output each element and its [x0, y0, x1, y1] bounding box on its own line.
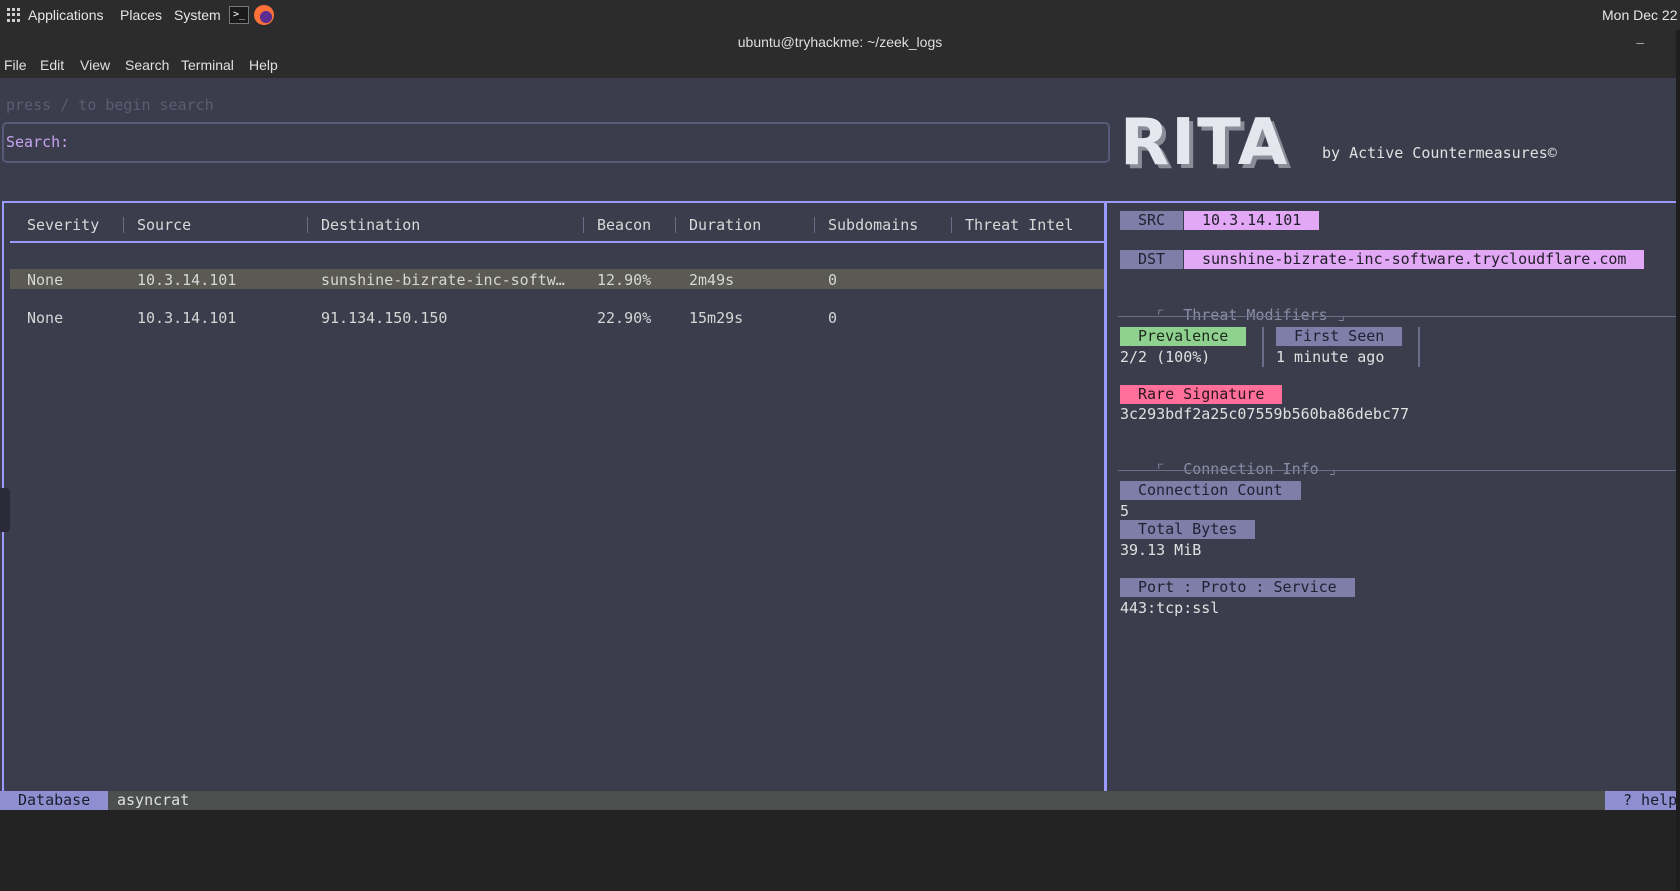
prevalence-label: Prevalence [1120, 327, 1247, 346]
port-label: Port : Proto : Service [1120, 578, 1355, 597]
window-title: ubuntu@tryhackme: ~/zeek_logs [737, 34, 943, 50]
search-hint: press / to begin search [6, 96, 214, 114]
rita-logo: RITA [1120, 106, 1290, 180]
cell-subdomains: 0 [828, 271, 838, 289]
rare-signature-label: Rare Signature [1120, 385, 1283, 404]
section-divider [1118, 470, 1680, 471]
menu-help[interactable]: Help [249, 57, 278, 73]
menu-terminal[interactable]: Terminal [181, 57, 234, 73]
rare-signature-value: 3c293bdf2a25c07559b560ba86debc77 [1120, 405, 1409, 423]
corner-right: ⌟ [1336, 306, 1346, 324]
menu-edit[interactable]: Edit [40, 57, 64, 73]
modifier-divider [1262, 327, 1264, 367]
column-duration[interactable]: Duration [689, 216, 761, 234]
cell-duration: 2m49s [689, 271, 735, 289]
cell-destination: 91.134.150.150 [321, 309, 448, 327]
apps-grid-icon[interactable] [7, 8, 21, 22]
column-source[interactable]: Source [137, 216, 191, 234]
top-panel: Applications Places System >_ Mon Dec 22 [0, 0, 1680, 30]
places-menu[interactable]: Places [120, 7, 162, 23]
port-value: 443:tcp:ssl [1120, 599, 1220, 617]
dst-label: DST [1120, 250, 1184, 269]
table-row[interactable]: None 10.3.14.101 sunshine-bizrate-inc-so… [10, 269, 1104, 289]
column-beacon[interactable]: Beacon [597, 216, 651, 234]
terminal-launcher-icon[interactable]: >_ [229, 6, 249, 24]
menu-view[interactable]: View [80, 57, 110, 73]
cell-source: 10.3.14.101 [137, 271, 237, 289]
help-hint[interactable]: ? help [1605, 791, 1680, 810]
window-edge [1676, 30, 1680, 891]
dst-value: sunshine-bizrate-inc-software.trycloudfl… [1184, 250, 1645, 269]
database-name: asyncrat [117, 791, 190, 809]
cell-subdomains: 0 [828, 309, 838, 327]
column-divider [675, 217, 676, 233]
logo-byline: by Active Countermeasures© [1322, 144, 1557, 162]
connection-info-title: Connection Info [1183, 460, 1319, 478]
header-divider [10, 241, 1104, 243]
firefox-icon[interactable] [254, 5, 274, 25]
total-bytes-value: 39.13 MiB [1120, 541, 1202, 559]
applications-menu[interactable]: Applications [28, 7, 104, 23]
terminal-area[interactable]: press / to begin search Search: RITA by … [0, 78, 1680, 891]
corner-left: ⌜ [1156, 306, 1166, 324]
corner-left: ⌜ [1156, 460, 1166, 478]
column-divider [307, 217, 308, 233]
minimize-button[interactable]: – [1636, 30, 1644, 54]
column-destination[interactable]: Destination [321, 216, 420, 234]
menu-file[interactable]: File [4, 57, 27, 73]
column-divider [583, 217, 584, 233]
cell-destination: sunshine-bizrate-inc-softw… [321, 271, 565, 289]
cell-severity: None [27, 271, 64, 289]
column-severity[interactable]: Severity [27, 216, 99, 234]
window-title-bar: ubuntu@tryhackme: ~/zeek_logs – [0, 30, 1680, 54]
column-threat-intel[interactable]: Threat Intel [965, 216, 1073, 234]
column-divider [951, 217, 952, 233]
modifier-divider [1418, 327, 1420, 367]
system-menu[interactable]: System [174, 7, 221, 23]
column-subdomains[interactable]: Subdomains [828, 216, 918, 234]
connection-count-value: 5 [1120, 502, 1130, 520]
results-table: Severity Source Destination Beacon Durat… [2, 201, 1106, 842]
corner-right: ⌟ [1327, 460, 1337, 478]
side-drawer-handle[interactable] [0, 488, 10, 532]
database-label: Database [0, 791, 109, 810]
status-bar: Database asyncrat ? help [0, 791, 1680, 810]
src-label: SRC [1120, 211, 1184, 230]
prevalence-value: 2/2 (100%) [1120, 348, 1211, 366]
src-value: 10.3.14.101 [1184, 211, 1320, 230]
clock[interactable]: Mon Dec 22 [1602, 7, 1677, 23]
cell-duration: 15m29s [689, 309, 744, 327]
connection-count-label: Connection Count [1120, 481, 1301, 500]
cell-severity: None [27, 309, 64, 327]
first-seen-label: First Seen [1276, 327, 1403, 346]
total-bytes-label: Total Bytes [1120, 520, 1256, 539]
menu-search[interactable]: Search [125, 57, 169, 73]
search-input[interactable] [2, 122, 1110, 163]
cell-source: 10.3.14.101 [137, 309, 237, 327]
section-divider [1118, 316, 1680, 317]
menu-bar: File Edit View Search Terminal Help [0, 54, 1680, 78]
column-divider [123, 217, 124, 233]
table-row[interactable]: None 10.3.14.101 91.134.150.150 22.90% 1… [10, 307, 1104, 327]
search-label: Search: [6, 133, 70, 151]
first-seen-value: 1 minute ago [1276, 348, 1385, 366]
column-divider [814, 217, 815, 233]
bottom-panel [0, 810, 1680, 891]
threat-modifiers-title: Threat Modifiers [1183, 306, 1328, 324]
cell-beacon: 12.90% [597, 271, 652, 289]
cell-beacon: 22.90% [597, 309, 652, 327]
